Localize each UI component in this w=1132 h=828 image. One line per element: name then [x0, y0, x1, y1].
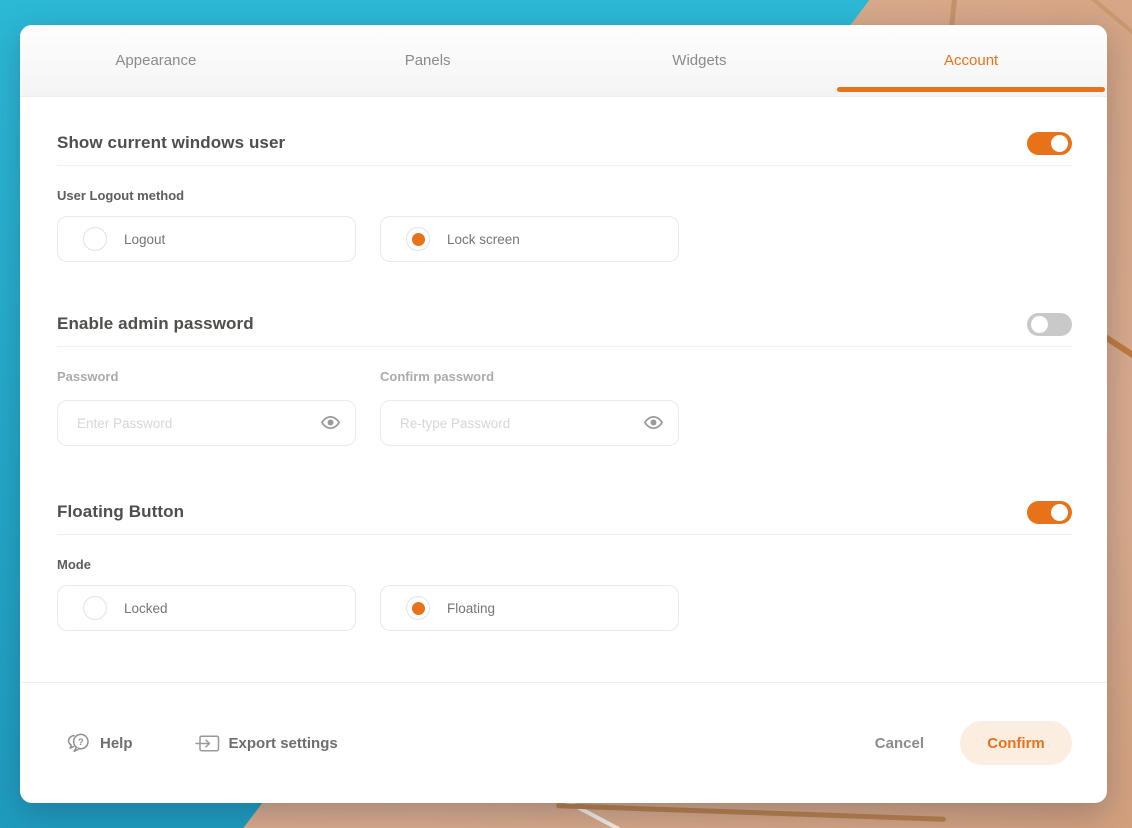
settings-dialog: Appearance Panels Widgets Account Show c…: [20, 25, 1107, 803]
svg-text:?: ?: [78, 737, 84, 748]
floating-button-toggle[interactable]: [1027, 501, 1072, 524]
confirm-password-field-wrap: [380, 400, 679, 446]
show-password-icon[interactable]: [643, 412, 664, 433]
password-input[interactable]: [57, 400, 356, 446]
radio-unselected-icon: [83, 596, 107, 620]
show-user-toggle[interactable]: [1027, 132, 1072, 155]
logout-method-label: User Logout method: [57, 188, 1072, 203]
option-floating[interactable]: Floating: [380, 585, 679, 631]
radio-unselected-icon: [83, 227, 107, 251]
password-field-wrap: [57, 400, 356, 446]
radio-selected-icon: [406, 596, 430, 620]
export-settings-label: Export settings: [229, 735, 338, 752]
toggle-knob: [1051, 135, 1068, 152]
desktop: Appearance Panels Widgets Account Show c…: [0, 0, 1132, 828]
help-label: Help: [100, 735, 133, 752]
password-labels-row: Password Confirm password: [57, 369, 1072, 384]
mode-label: Mode: [57, 557, 1072, 572]
option-label: Locked: [124, 601, 168, 616]
tab-appearance[interactable]: Appearance: [20, 25, 292, 96]
toggle-knob: [1031, 316, 1048, 333]
section-admin-password: Enable admin password: [57, 302, 1072, 347]
confirm-button[interactable]: Confirm: [960, 721, 1072, 765]
logout-method-options: Logout Lock screen: [57, 216, 1072, 262]
admin-password-toggle[interactable]: [1027, 313, 1072, 336]
tab-panels[interactable]: Panels: [292, 25, 564, 96]
confirm-password-label: Confirm password: [380, 369, 679, 384]
export-settings-button[interactable]: Export settings: [195, 734, 338, 753]
export-icon: [195, 734, 220, 753]
radio-selected-icon: [406, 227, 430, 251]
tab-bar: Appearance Panels Widgets Account: [20, 25, 1107, 97]
option-locked[interactable]: Locked: [57, 585, 356, 631]
password-label: Password: [57, 369, 356, 384]
mode-options: Locked Floating: [57, 585, 1072, 631]
option-label: Logout: [124, 232, 165, 247]
cancel-button[interactable]: Cancel: [875, 735, 924, 752]
section-floating-button: Floating Button: [57, 490, 1072, 535]
tab-panel-account: Show current windows user User Logout me…: [20, 97, 1107, 682]
option-label: Floating: [447, 601, 495, 616]
wallpaper-line: [556, 803, 946, 822]
show-password-icon[interactable]: [320, 412, 341, 433]
tab-account[interactable]: Account: [835, 25, 1107, 96]
option-lock-screen[interactable]: Lock screen: [380, 216, 679, 262]
help-button[interactable]: ? Help: [65, 731, 133, 756]
password-inputs-row: [57, 400, 1072, 446]
option-logout[interactable]: Logout: [57, 216, 356, 262]
tab-widgets[interactable]: Widgets: [564, 25, 836, 96]
dialog-footer: ? Help Export settings Cancel Confirm: [20, 682, 1107, 803]
toggle-knob: [1051, 504, 1068, 521]
section-title-admin-password: Enable admin password: [57, 314, 254, 334]
help-chat-icon: ?: [65, 731, 91, 756]
confirm-password-input[interactable]: [380, 400, 679, 446]
section-show-user: Show current windows user: [57, 121, 1072, 166]
section-title-show-user: Show current windows user: [57, 133, 285, 153]
section-title-floating-button: Floating Button: [57, 502, 184, 522]
option-label: Lock screen: [447, 232, 520, 247]
